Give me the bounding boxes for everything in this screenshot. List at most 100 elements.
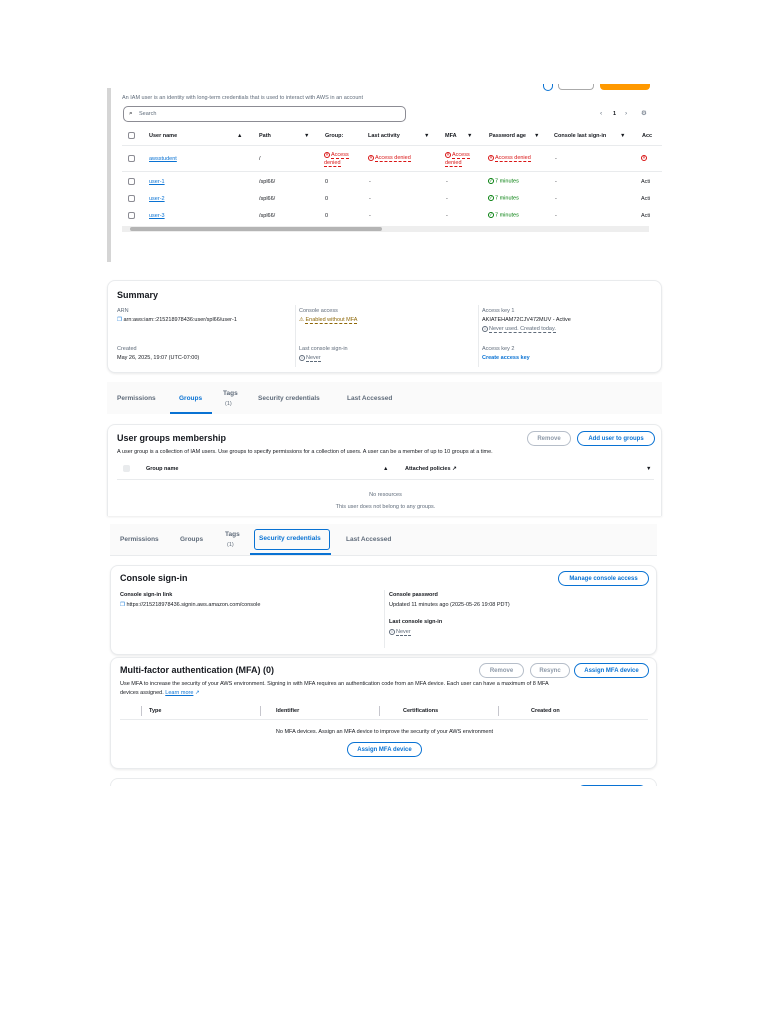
user-link[interactable]: awsstudent bbox=[149, 156, 177, 162]
tab-security-credentials[interactable]: Security credentials bbox=[254, 529, 330, 550]
prev-page-icon[interactable]: ‹ bbox=[600, 110, 602, 117]
tab-tags[interactable]: Tags bbox=[223, 390, 238, 397]
add-user-to-groups-button[interactable]: Add user to groups bbox=[577, 431, 655, 446]
search-placeholder: Search bbox=[139, 111, 157, 117]
sort-icon[interactable]: ▼ bbox=[467, 133, 472, 139]
left-border bbox=[107, 88, 111, 262]
check-icon: ✓ bbox=[488, 195, 494, 201]
user-groups-card: User groups membership Remove Add user t… bbox=[107, 424, 662, 516]
page-number[interactable]: 1 bbox=[613, 111, 616, 117]
last-activity-cell: - bbox=[369, 179, 371, 185]
user-link[interactable]: user-2 bbox=[149, 196, 165, 202]
row-checkbox[interactable] bbox=[128, 212, 135, 219]
row-checkbox[interactable] bbox=[128, 178, 135, 185]
scrollbar-thumb[interactable] bbox=[130, 227, 382, 231]
tags-count: (1) bbox=[227, 542, 234, 548]
mfa-empty-text: No MFA devices. Assign an MFA device to … bbox=[275, 729, 494, 735]
acc-cell: ✕ bbox=[641, 155, 647, 161]
col-created-on: Created on bbox=[531, 708, 560, 714]
tab-permissions[interactable]: Permissions bbox=[120, 536, 159, 543]
sort-icon[interactable]: ▼ bbox=[424, 133, 429, 139]
empty-title: No resources bbox=[369, 492, 402, 498]
sort-icon[interactable]: ▼ bbox=[620, 133, 625, 139]
console-signin-title: Console sign-in bbox=[120, 573, 188, 583]
last-activity-cell: - bbox=[369, 196, 371, 202]
row-checkbox[interactable] bbox=[128, 195, 135, 202]
col-identifier: Identifier bbox=[276, 708, 300, 714]
access-key2-label: Access key 2 bbox=[482, 346, 515, 352]
access-key1-label: Access key 1 bbox=[482, 308, 515, 314]
info-icon: i bbox=[299, 355, 305, 361]
resync-button[interactable]: Resync bbox=[530, 663, 570, 678]
console-cell: - bbox=[555, 156, 557, 162]
arn-value: ❐ arn:aws:iam::215218978436:user/spl66/u… bbox=[117, 317, 237, 323]
col-acc[interactable]: Acc bbox=[642, 133, 652, 139]
last-signin-label: Last console sign-in bbox=[389, 619, 443, 625]
sort-icon[interactable]: ▼ bbox=[534, 133, 539, 139]
user-link[interactable]: user-1 bbox=[149, 179, 165, 185]
last-activity-cell: ✕ Access denied bbox=[368, 155, 411, 163]
password-age-cell: ✓ 7 minutes bbox=[488, 195, 519, 202]
groups-cell: 0 bbox=[325, 213, 329, 219]
delete-button[interactable] bbox=[558, 84, 594, 90]
col-last-activity[interactable]: Last activity bbox=[368, 133, 400, 139]
info-icon: i bbox=[389, 629, 395, 635]
password-age-cell: ✓ 7 minutes bbox=[488, 212, 519, 219]
sort-asc-icon[interactable]: ▲ bbox=[383, 466, 388, 472]
col-console-last-sign-in[interactable]: Console last sign-in bbox=[554, 133, 606, 139]
info-icon[interactable] bbox=[543, 84, 553, 91]
sort-icon[interactable]: ▼ bbox=[646, 466, 651, 472]
search-input[interactable]: ⌕ Search bbox=[123, 106, 406, 122]
col-password-age[interactable]: Password age bbox=[489, 133, 526, 139]
acc-cell: Acti bbox=[641, 213, 651, 219]
warning-icon: ⚠ bbox=[299, 317, 304, 323]
col-group-name[interactable]: Group name bbox=[146, 466, 178, 472]
created-value: May 26, 2025, 19:07 (UTC-07:00) bbox=[117, 355, 200, 361]
check-icon: ✓ bbox=[488, 178, 494, 184]
mfa-title: Multi-factor authentication (MFA) (0) bbox=[120, 665, 274, 675]
tab-security-credentials[interactable]: Security credentials bbox=[258, 395, 320, 402]
created-label: Created bbox=[117, 346, 137, 352]
create-access-key-link[interactable]: Create access key bbox=[482, 355, 530, 361]
row-checkbox[interactable] bbox=[128, 155, 135, 162]
tab-last-accessed[interactable]: Last Accessed bbox=[347, 395, 392, 402]
remove-button[interactable]: Remove bbox=[527, 431, 571, 446]
sort-asc-icon[interactable]: ▲ bbox=[237, 133, 242, 139]
sort-icon[interactable]: ▼ bbox=[304, 133, 309, 139]
last-signin-value: i Never bbox=[389, 629, 411, 637]
col-user-name[interactable]: User name bbox=[149, 133, 177, 139]
mfa-cell: ✕ Access denied bbox=[445, 151, 470, 167]
tab-groups[interactable]: Groups bbox=[179, 395, 202, 402]
settings-icon[interactable]: ⚙ bbox=[641, 109, 647, 117]
next-page-icon[interactable]: › bbox=[625, 110, 627, 117]
manage-console-access-button[interactable]: Manage console access bbox=[558, 571, 649, 586]
tab-last-accessed[interactable]: Last Accessed bbox=[346, 536, 391, 543]
last-signin-value: i Never bbox=[299, 355, 321, 363]
assign-mfa-device-button[interactable]: Assign MFA device bbox=[574, 663, 649, 678]
tags-count: (1) bbox=[225, 401, 232, 407]
tab-tags[interactable]: Tags bbox=[225, 531, 240, 538]
mfa-card: Multi-factor authentication (MFA) (0) Re… bbox=[110, 657, 657, 769]
access-key1-value: AKIATEHAM72CJV472MUV - Active bbox=[482, 317, 571, 323]
active-tab-indicator bbox=[170, 412, 212, 414]
select-all-checkbox bbox=[123, 465, 130, 472]
user-link[interactable]: user-3 bbox=[149, 213, 165, 219]
col-attached-policies[interactable]: Attached policies ↗ bbox=[405, 466, 457, 472]
path-cell: /spl66/ bbox=[259, 179, 276, 185]
mfa-cell: - bbox=[446, 179, 448, 185]
tab-permissions[interactable]: Permissions bbox=[117, 395, 156, 402]
groups-title: User groups membership bbox=[117, 433, 227, 443]
signin-link-value: ❐ https://215218978436.signin.aws.amazon… bbox=[120, 602, 261, 608]
assign-mfa-device-empty-button[interactable]: Assign MFA device bbox=[347, 742, 422, 757]
tab-groups[interactable]: Groups bbox=[180, 536, 203, 543]
learn-more-link[interactable]: Learn more bbox=[165, 690, 193, 696]
remove-button[interactable]: Remove bbox=[479, 663, 524, 678]
horizontal-scrollbar[interactable] bbox=[122, 226, 649, 232]
col-groups[interactable]: Group: bbox=[325, 133, 343, 139]
copy-icon[interactable]: ❐ bbox=[120, 602, 125, 608]
col-path[interactable]: Path bbox=[259, 133, 271, 139]
col-mfa[interactable]: MFA bbox=[445, 133, 457, 139]
copy-icon[interactable]: ❐ bbox=[117, 317, 122, 323]
select-all-checkbox[interactable] bbox=[128, 132, 135, 139]
create-user-button[interactable] bbox=[600, 84, 650, 90]
